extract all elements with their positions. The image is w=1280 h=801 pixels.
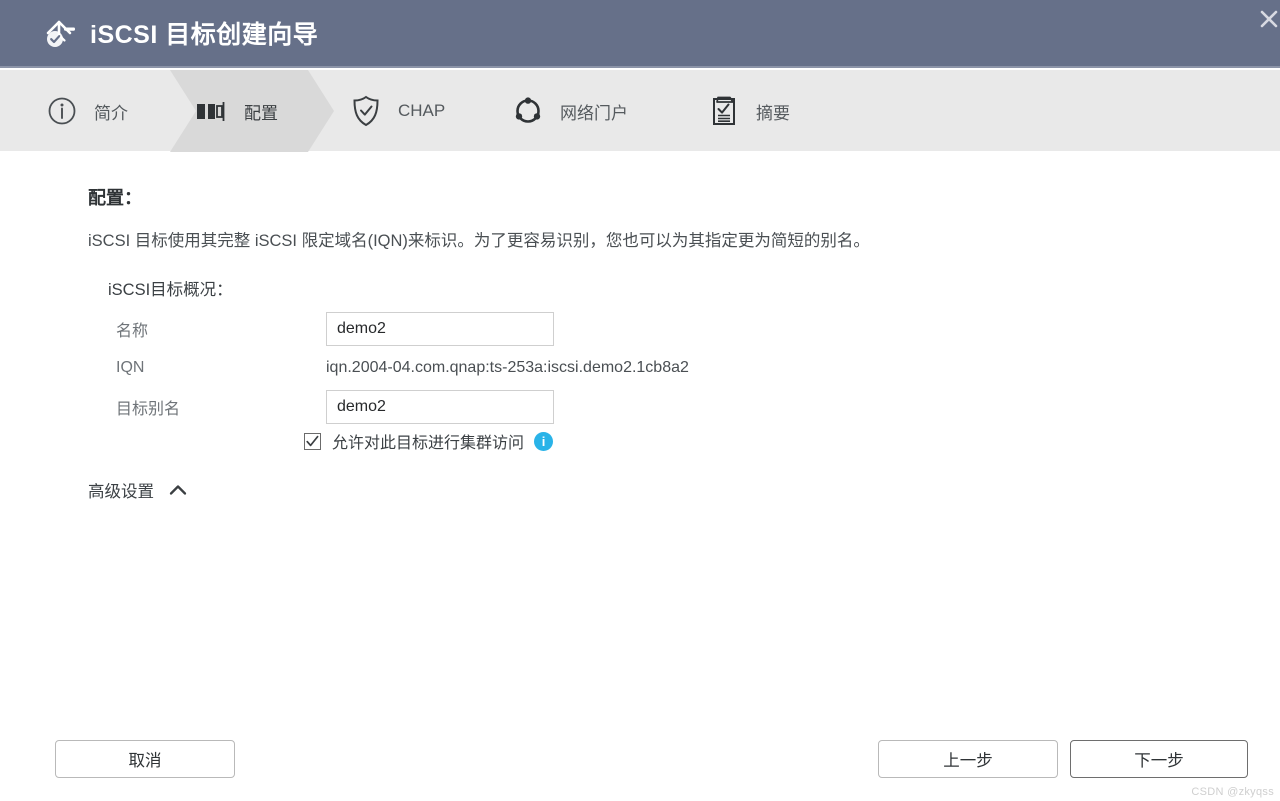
watermark: CSDN @zkyqss — [1191, 786, 1274, 798]
iqn-field-label: IQN — [116, 359, 326, 377]
cluster-access-checkbox[interactable] — [304, 433, 321, 450]
wizard-step-config[interactable]: 配置 — [176, 70, 296, 152]
dialog-title: iSCSI 目标创建向导 — [90, 15, 318, 51]
iscsi-target-icon — [38, 13, 78, 53]
wizard-step-intro[interactable]: 简介 — [26, 70, 146, 152]
disk-stripes-icon — [194, 93, 230, 129]
dialog-footer: 取消 上一步 下一步 CSDN @zkyqss — [0, 731, 1280, 801]
iqn-value: iqn.2004-04.com.qnap:ts-253a:iscsi.demo2… — [326, 359, 689, 377]
shield-check-icon — [348, 93, 384, 129]
clipboard-check-icon — [706, 93, 742, 129]
iscsi-target-wizard-dialog: iSCSI 目标创建向导 简介 — [0, 0, 1280, 801]
info-circle-icon — [44, 93, 80, 129]
wizard-step-network-portal-label: 网络门户 — [560, 99, 628, 124]
advanced-settings-toggle[interactable]: 高级设置 — [88, 478, 188, 502]
wizard-step-summary[interactable]: 摘要 — [688, 70, 808, 152]
wizard-step-chap[interactable]: CHAP — [330, 70, 463, 152]
wizard-step-chap-label: CHAP — [398, 101, 445, 121]
advanced-settings-label: 高级设置 — [88, 478, 154, 502]
cancel-button[interactable]: 取消 — [55, 740, 235, 778]
wizard-content-pane: 配置： iSCSI 目标使用其完整 iSCSI 限定域名(IQN)来标识。为了更… — [0, 152, 1280, 732]
alias-field-label: 目标别名 — [116, 395, 326, 419]
info-icon[interactable]: i — [534, 432, 553, 451]
previous-button[interactable]: 上一步 — [878, 740, 1058, 778]
target-form: 名称 IQN iqn.2004-04.com.qnap:ts-253a:iscs… — [116, 310, 689, 426]
close-icon[interactable] — [1252, 2, 1280, 36]
form-row-iqn: IQN iqn.2004-04.com.qnap:ts-253a:iscsi.d… — [116, 350, 689, 386]
form-row-alias: 目标别名 — [116, 388, 689, 426]
form-row-name: 名称 — [116, 310, 689, 348]
wizard-step-network-portal[interactable]: 网络门户 — [492, 70, 646, 152]
wizard-step-summary-label: 摘要 — [756, 99, 790, 124]
dialog-titlebar: iSCSI 目标创建向导 — [0, 0, 1280, 68]
network-portal-icon — [510, 93, 546, 129]
cluster-access-row: 允许对此目标进行集群访问 i — [304, 429, 553, 453]
cluster-access-label: 允许对此目标进行集群访问 — [332, 429, 524, 453]
alias-input[interactable] — [326, 390, 554, 424]
name-input[interactable] — [326, 312, 554, 346]
page-description: iSCSI 目标使用其完整 iSCSI 限定域名(IQN)来标识。为了更容易识别… — [88, 227, 870, 251]
wizard-step-intro-label: 简介 — [94, 99, 128, 124]
chevron-up-icon — [168, 483, 188, 497]
name-field-label: 名称 — [116, 317, 326, 341]
wizard-step-config-label: 配置 — [244, 99, 278, 124]
next-button[interactable]: 下一步 — [1070, 740, 1248, 778]
page-title: 配置： — [88, 184, 142, 210]
target-overview-group-title: iSCSI目标概况： — [108, 276, 233, 300]
wizard-step-navigation: 简介 配置 CHAP — [0, 70, 1280, 152]
